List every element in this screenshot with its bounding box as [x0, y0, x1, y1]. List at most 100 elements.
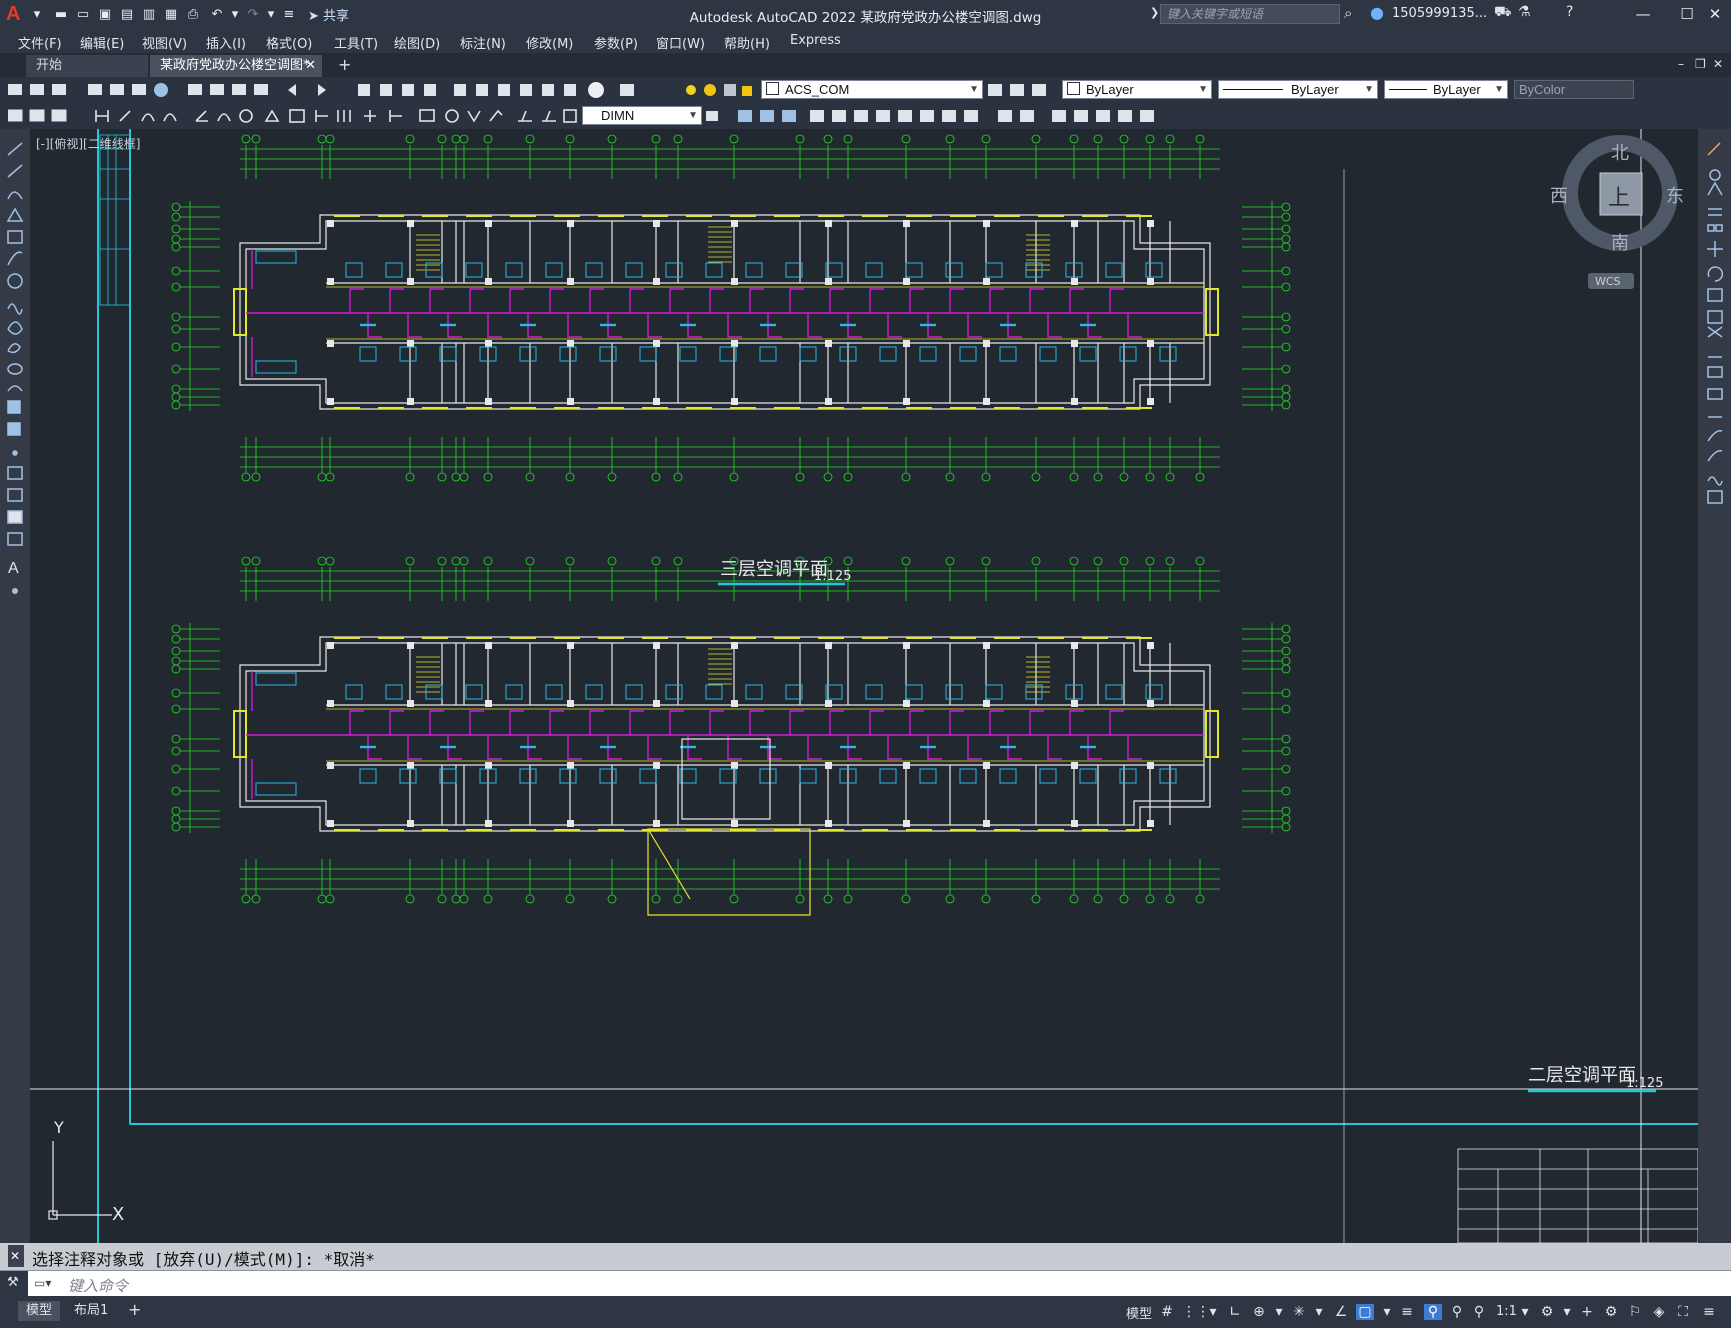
sheet-inner-lines [30, 129, 1698, 1243]
menu-item-10[interactable]: 窗口(W) [656, 33, 705, 52]
modify-tool-icons[interactable] [706, 107, 1226, 125]
compass-east[interactable]: 东 [1666, 186, 1684, 207]
workspace-dropdown-icon[interactable]: ▾ [1558, 1304, 1576, 1320]
menu-item-4[interactable]: 格式(O) [266, 33, 312, 52]
drawing-svg[interactable]: 三层空调平面 1:125 二层空调平面 1:125 Y X [30, 129, 1699, 1244]
tab-start[interactable]: 开始 [26, 55, 148, 77]
tab-drawing[interactable]: 某政府党政办公楼空调图* ✕ [150, 55, 322, 77]
svg-text:Y: Y [53, 1118, 64, 1137]
tab-layout1[interactable]: 布局1 [66, 1301, 116, 1321]
menu-item-12[interactable]: Express [790, 33, 841, 48]
file-tab-bar: 开始 某政府党政办公楼空调图* ✕ + – ❐ ✕ [0, 53, 1731, 77]
viewport-controls[interactable]: [-][俯视][二维线框] [36, 135, 140, 152]
menu-item-1[interactable]: 编辑(E) [80, 33, 124, 52]
scale-dropdown-icon[interactable]: ▾ [1516, 1304, 1534, 1320]
maximize-button[interactable]: ☐ [1674, 4, 1700, 24]
clean-screen-icon[interactable]: ⛶ [1674, 1304, 1692, 1320]
isolate-objects-icon[interactable]: ◈ [1650, 1304, 1668, 1320]
compass-north[interactable]: 北 [1611, 143, 1629, 164]
new-tab-icon[interactable]: + [338, 55, 351, 74]
autodesk-app-icon[interactable]: ⚗ [1518, 4, 1531, 20]
osnap-dropdown-icon[interactable]: ▾ [1310, 1304, 1328, 1320]
polar-dropdown-icon[interactable]: ▾ [1270, 1304, 1288, 1320]
search-icon[interactable]: ⌕ [1344, 4, 1352, 22]
command-input[interactable]: 键入命令 [68, 1275, 128, 1296]
close-command-icon[interactable]: ✕ [10, 1249, 20, 1263]
customize-icon[interactable]: ⚒ [0, 1271, 28, 1297]
close-button[interactable]: ✕ [1702, 4, 1728, 24]
chevron-down-icon: ▼ [1198, 84, 1208, 95]
object-snap-dropdown-icon[interactable]: ▾ [1378, 1304, 1396, 1320]
wcs-menu[interactable]: WCS [1595, 275, 1621, 288]
linetype-dropdown[interactable]: ByLayer ▼ [1218, 80, 1378, 99]
annotation-scale-icon[interactable]: ⚲ [1470, 1304, 1488, 1320]
close-tab-icon[interactable]: ✕ [305, 55, 316, 77]
doc-restore-icon[interactable]: ❐ [1695, 57, 1706, 71]
lineweight-dropdown[interactable]: ByLayer ▼ [1384, 80, 1508, 99]
menu-item-5[interactable]: 工具(T) [334, 33, 378, 52]
help-icon[interactable]: ? [1566, 4, 1573, 20]
compass-west[interactable]: 西 [1550, 186, 1568, 207]
plan3-scale: 1:125 [814, 569, 851, 584]
object-snap-icon[interactable]: ▢ [1356, 1304, 1374, 1320]
annotation-monitor-icon[interactable]: + [1578, 1304, 1596, 1320]
snap-icon[interactable]: ⋮⋮ [1182, 1304, 1210, 1320]
menu-item-3[interactable]: 插入(I) [206, 33, 246, 52]
search-expand-icon[interactable]: ❯ [1150, 6, 1159, 19]
workspace-gear-icon[interactable]: ⚙ [1538, 1304, 1556, 1320]
menu-item-11[interactable]: 帮助(H) [724, 33, 770, 52]
layer-dropdown[interactable]: ACS_COM ▼ [761, 80, 983, 99]
dimstyle-dropdown[interactable]: DIMN ▼ [582, 106, 702, 125]
draw-tool-icons[interactable]: A [6, 139, 26, 599]
tab-model[interactable]: 模型 [18, 1301, 61, 1321]
viewcube-face[interactable]: 上 [1608, 186, 1630, 211]
cart-icon[interactable]: ⛟ [1494, 4, 1512, 22]
dynamic-input-icon[interactable]: ∠ [1332, 1304, 1350, 1320]
command-input-bar[interactable]: ⚒ ▭▾ 键入命令 [0, 1270, 1731, 1297]
doc-minimize-icon[interactable]: – [1678, 57, 1684, 71]
snap-dropdown-icon[interactable]: ▾ [1204, 1304, 1222, 1320]
drawing-canvas[interactable]: 三层空调平面 1:125 二层空调平面 1:125 Y X [-][俯视][二维… [30, 129, 1700, 1244]
standard-tool-icons[interactable] [8, 81, 648, 99]
title-bar: A ▾ ▬ ▭ ▣ ▤ ▥ ▦ ⎙ ↶ ▾ ↷ ▾ ≡ ➤ 共享 Autodes… [0, 0, 1731, 30]
menu-item-7[interactable]: 标注(N) [460, 33, 506, 52]
ortho-icon[interactable]: ∟ [1226, 1304, 1244, 1320]
chevron-down-icon: ▼ [1364, 84, 1374, 95]
annotation-visibility-icon[interactable]: ⚲ [1424, 1304, 1442, 1320]
user-name[interactable]: 1505999135... [1392, 6, 1487, 21]
chevron-down-icon: ▼ [969, 84, 979, 95]
modify-side-icons[interactable] [1706, 141, 1726, 561]
grid-icon[interactable]: # [1158, 1304, 1176, 1320]
menu-item-2[interactable]: 视图(V) [142, 33, 187, 52]
viewcube[interactable]: 上 北 南 东 西 WCS [1550, 131, 1700, 311]
auto-scale-icon[interactable]: ⚲ [1448, 1304, 1466, 1320]
customization-icon[interactable]: ≡ [1700, 1304, 1718, 1320]
plan2-scale: 1:125 [1626, 1076, 1663, 1091]
polar-icon[interactable]: ⊕ [1250, 1304, 1268, 1320]
minimize-button[interactable]: — [1630, 4, 1656, 24]
title-block [1457, 1148, 1699, 1244]
doc-close-icon[interactable]: ✕ [1713, 57, 1723, 71]
dimension-tool-icons[interactable] [8, 107, 578, 125]
lineweight-icon[interactable]: ≡ [1398, 1304, 1416, 1320]
units-icon[interactable]: ⚙ [1602, 1304, 1620, 1320]
linetype-sample [1223, 89, 1283, 90]
model-space-button[interactable]: 模型 [1126, 1303, 1152, 1322]
search-input[interactable]: 键入关键字或短语 [1160, 4, 1340, 24]
menu-item-9[interactable]: 参数(P) [594, 33, 638, 52]
plotstyle-dropdown[interactable]: ByColor ▼ [1514, 80, 1634, 99]
recent-commands-icon[interactable]: ▭▾ [34, 1276, 51, 1290]
object-snap-tracking-icon[interactable]: ✳ [1290, 1304, 1308, 1320]
plan-3f [171, 134, 1291, 482]
color-dropdown[interactable]: ByLayer ▼ [1062, 80, 1212, 99]
menu-item-8[interactable]: 修改(M) [526, 33, 573, 52]
layer-tools-icons[interactable] [986, 81, 1054, 99]
menu-item-0[interactable]: 文件(F) [18, 33, 62, 52]
quick-properties-icon[interactable]: ⚐ [1626, 1304, 1644, 1320]
annotation-scale[interactable]: 1:1 [1496, 1304, 1517, 1319]
user-icon[interactable]: ● [1370, 3, 1384, 22]
menu-item-6[interactable]: 绘图(D) [394, 33, 440, 52]
layer-state-icons[interactable] [684, 81, 764, 99]
compass-south[interactable]: 南 [1611, 233, 1629, 254]
add-layout-icon[interactable]: + [128, 1300, 141, 1319]
